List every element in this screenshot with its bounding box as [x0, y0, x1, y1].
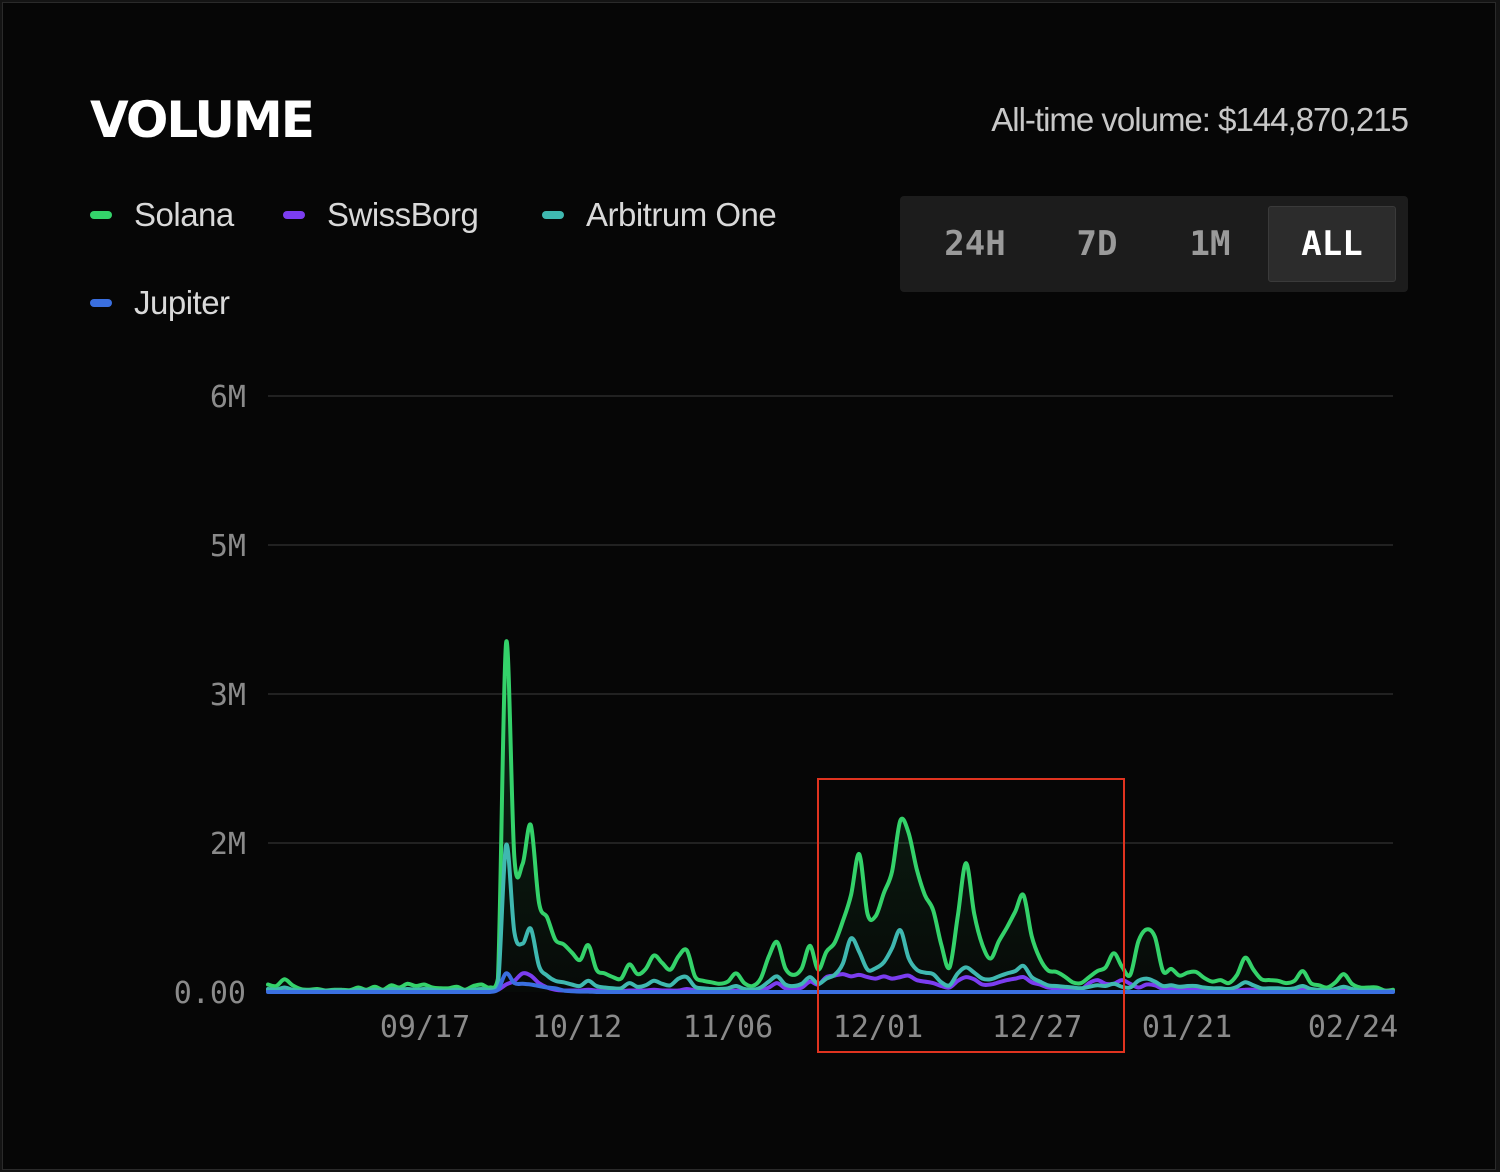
- x-tick-label: 11/06: [683, 1010, 773, 1045]
- y-tick-label: 0.00: [174, 976, 246, 1011]
- grid-lines: [268, 395, 1393, 844]
- x-tick-label: 02/24: [1308, 1010, 1398, 1045]
- y-tick-label: 5M: [210, 529, 246, 564]
- x-tick-label: 12/27: [992, 1010, 1082, 1045]
- x-axis-ticks: 09/17 10/12 11/06 12/01 12/27 01/21 02/24: [380, 1010, 1398, 1045]
- y-tick-label: 3M: [210, 678, 246, 713]
- x-tick-label: 01/21: [1142, 1010, 1232, 1045]
- x-tick-label: 10/12: [532, 1010, 622, 1045]
- x-tick-label: 12/01: [833, 1010, 923, 1045]
- x-tick-label: 09/17: [380, 1010, 470, 1045]
- y-tick-label: 2M: [210, 827, 246, 862]
- volume-line-chart: 0.00 2M 3M 5M 6M 09/17 10/12 11/06 12/01 12/27 01…: [174, 380, 1398, 1045]
- y-axis-ticks: 0.00 2M 3M 5M 6M: [174, 380, 246, 1011]
- y-tick-label: 6M: [210, 380, 246, 415]
